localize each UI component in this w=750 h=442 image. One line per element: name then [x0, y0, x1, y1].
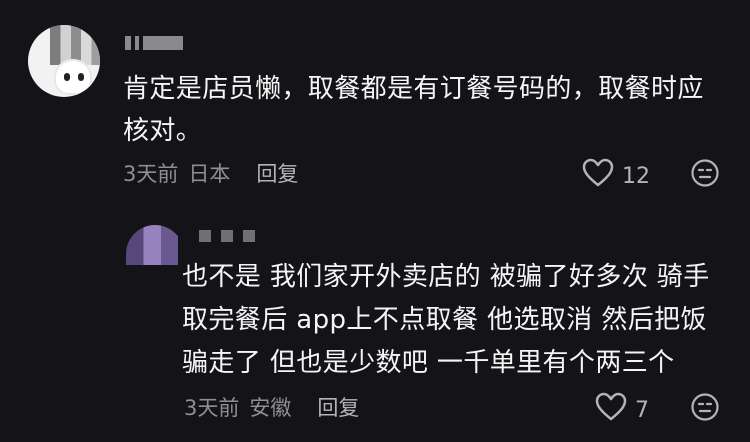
comment-time: 3天前 [123, 162, 179, 186]
username-blur-block [143, 36, 183, 50]
comment-location: 日本 [188, 162, 231, 186]
avatar-eye [64, 73, 70, 81]
username-blur-block [135, 36, 139, 50]
neutral-face-icon [691, 393, 719, 421]
avatar[interactable] [118, 225, 178, 265]
comment-location: 安徽 [249, 396, 292, 420]
username-blur-block [125, 36, 131, 50]
comment-meta: 3天前 日本 回复 [123, 158, 298, 188]
comments-screen: 肯定是店员懒，取餐都是有订餐号码的，取餐时应核对。 3天前 日本 回复 12 也… [0, 0, 750, 442]
heart-outline-icon [595, 392, 627, 428]
comment-text: 肯定是店员懒，取餐都是有订餐号码的，取餐时应核对。 [123, 74, 704, 146]
reply-button[interactable]: 回复 [317, 392, 359, 422]
ghost-avatar-icon [54, 59, 92, 95]
avatar-pixelation [126, 225, 178, 265]
username-blur-block [199, 230, 211, 242]
emoji-reaction-button[interactable] [690, 392, 720, 422]
comment-time: 3天前 [184, 396, 240, 420]
like-count: 7 [635, 397, 649, 423]
username-blurred[interactable] [125, 32, 183, 54]
avatar-eye [78, 73, 84, 81]
emoji-reaction-button[interactable] [690, 158, 720, 188]
like-count: 12 [622, 163, 650, 189]
comment-text: 也不是 我们家开外卖店的 被骗了好多次 骑手取完餐后 app上不点取餐 他选取消… [182, 262, 710, 378]
neutral-face-icon [691, 159, 719, 187]
username-blur-block [243, 230, 255, 242]
like-button[interactable]: 7 [595, 392, 649, 428]
username-blur-block [221, 230, 233, 242]
like-button[interactable]: 12 [582, 158, 650, 194]
username-blurred[interactable] [199, 230, 255, 242]
reply-button[interactable]: 回复 [256, 158, 298, 188]
heart-outline-icon [582, 158, 614, 194]
comment-meta: 3天前 安徽 回复 [184, 392, 359, 422]
avatar[interactable] [28, 25, 100, 97]
